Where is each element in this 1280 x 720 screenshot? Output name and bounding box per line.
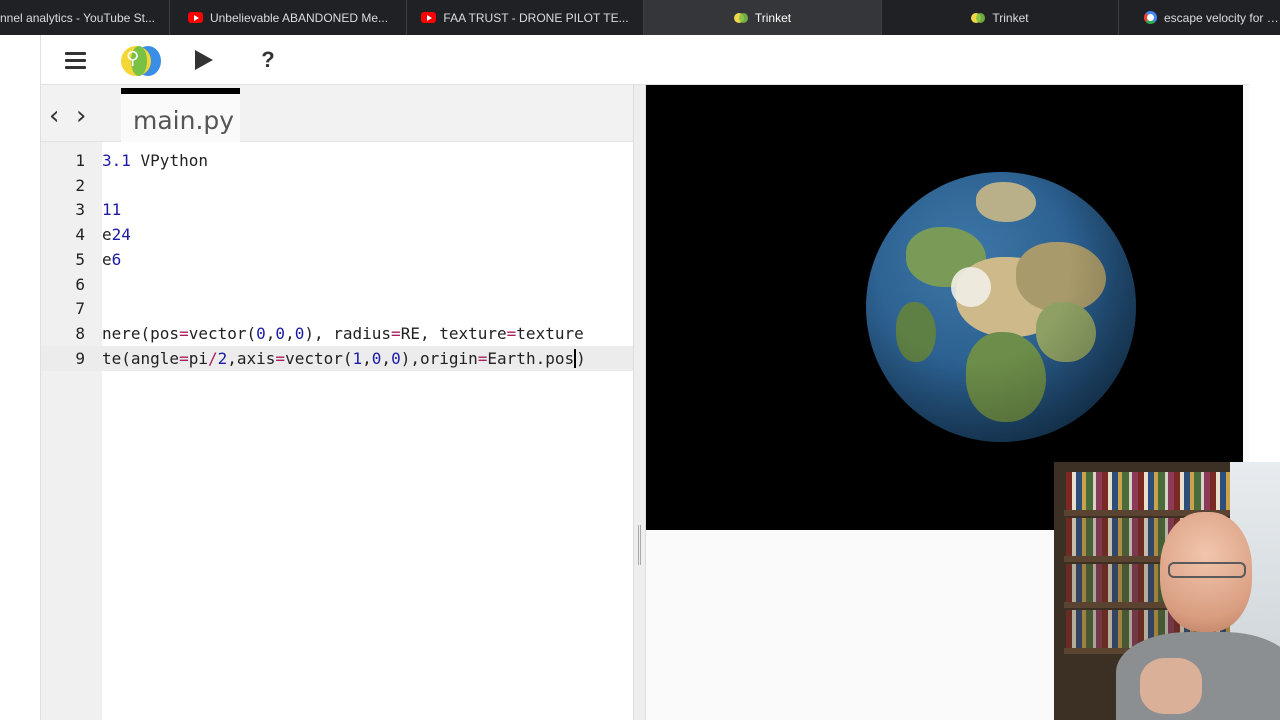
toolbar: ⚲ ? [41,35,1249,85]
google-icon [1144,11,1157,24]
code-line[interactable]: 7 [41,296,633,321]
file-tab-main[interactable]: main.py [121,88,240,142]
menu-icon[interactable] [58,43,92,77]
text-cursor [574,348,577,368]
code-line[interactable]: 4 e24 [41,222,633,247]
presenter-hand [1140,658,1202,714]
code-line[interactable]: 9 te(angle=pi/2,axis=vector(1,0,0),origin… [41,345,633,371]
youtube-icon [421,12,437,23]
code-line[interactable]: 3 11 [41,197,633,222]
line-number: 7 [75,299,85,319]
code-text[interactable]: te(angle=pi/2,axis=vector(1,0,0),origin=… [102,346,586,371]
file-tab-label: main.py [133,106,235,135]
line-number: 8 [75,323,85,343]
youtube-icon [187,12,203,23]
line-number: 1 [75,151,85,170]
code-text[interactable]: e24 [102,222,131,247]
code-text[interactable]: 3.1 VPython [102,148,208,173]
tab-title: Unbelievable ABANDONED Me... [209,10,389,25]
code-line[interactable]: 5 e6 [41,247,633,272]
browser-tab[interactable]: Trinket [882,0,1119,35]
earth-globe [866,172,1136,442]
tab-title: escape velocity for ear [1164,10,1280,25]
tab-title: Trinket [992,10,1029,25]
browser-tab-active[interactable]: Trinket [644,0,882,35]
code-text[interactable]: e6 [102,247,121,272]
tab-title: nnel analytics - YouTube St... [0,10,155,25]
code-line[interactable]: 6 [41,272,633,297]
tab-title: FAA TRUST - DRONE PILOT TE... [443,10,629,25]
line-number: 3 [75,200,85,220]
browser-tab-strip: nnel analytics - YouTube St... Unbelieva… [0,0,1280,35]
panel-splitter[interactable] [633,85,646,720]
browser-tab[interactable]: escape velocity for ear [1119,0,1280,35]
code-editor[interactable]: 1 3.1 VPython 2 3 11 4 e24 5 e6 6 7 8 nere(pos=vecto… [41,142,633,720]
code-text[interactable]: nere(pos=vector(0,0,0), radius=RE, textu… [102,321,584,346]
code-line[interactable]: 2 [41,173,633,198]
line-number: 9 [75,348,85,368]
code-line[interactable]: 8 nere(pos=vector(0,0,0), radius=RE, text… [41,321,633,346]
glasses [1168,562,1246,578]
drag-handle-icon[interactable] [638,525,641,565]
line-number: 6 [75,274,85,294]
browser-tab[interactable]: nnel analytics - YouTube St... [0,0,170,35]
file-tab-bar: ‹ › main.py [41,85,633,142]
browser-tab[interactable]: Unbelievable ABANDONED Me... [170,0,407,35]
chevron-right-icon[interactable]: › [76,103,86,129]
trinket-icon [733,12,748,23]
code-text[interactable]: 11 [102,197,121,222]
tab-title: Trinket [754,10,792,25]
trinket-logo[interactable]: ⚲ [117,43,165,77]
browser-tab[interactable]: FAA TRUST - DRONE PILOT TE... [407,0,644,35]
line-number: 2 [75,175,85,195]
line-number: 5 [75,249,85,269]
trinket-icon [971,12,986,23]
line-number: 4 [75,225,85,245]
webcam-overlay [1054,462,1280,720]
help-button[interactable]: ? [251,43,285,77]
code-line[interactable]: 1 3.1 VPython [41,148,633,173]
chevron-left-icon[interactable]: ‹ [49,103,59,129]
key-icon: ⚲ [126,48,140,69]
run-button[interactable] [187,43,221,77]
